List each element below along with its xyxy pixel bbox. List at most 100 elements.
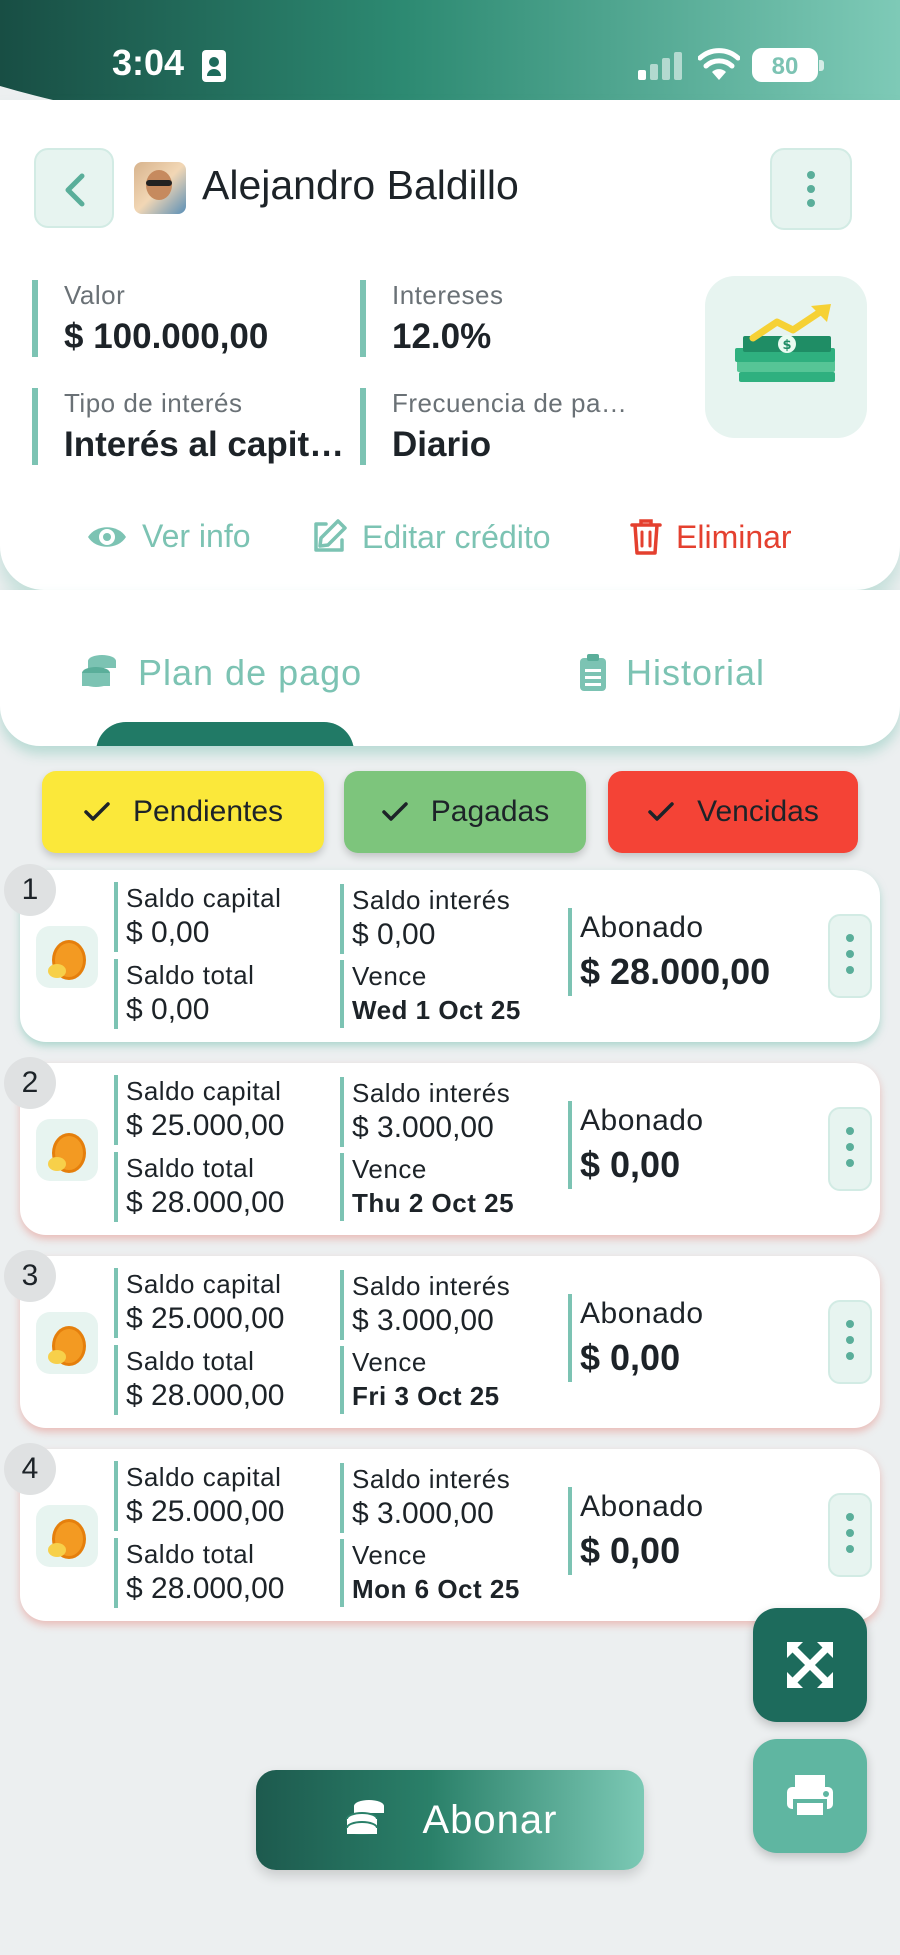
payment-row[interactable]: 4 Saldo capital $ 25.000,00 Saldo total … xyxy=(4,1443,880,1621)
coin-icon xyxy=(36,926,98,988)
view-info-label: Ver info xyxy=(142,518,251,554)
tab-historial-label: Historial xyxy=(626,652,766,693)
abonado-value: $ 0,00 xyxy=(580,1337,681,1378)
expand-button[interactable] xyxy=(753,1608,867,1722)
eye-icon xyxy=(88,526,126,547)
frecuencia-value: Diario xyxy=(392,425,492,464)
view-info-button[interactable]: Ver info xyxy=(86,518,251,555)
frecuencia-field: Frecuencia de pa… Diario xyxy=(360,388,627,465)
vence-date: Mon 6 Oct 25 xyxy=(352,1574,520,1604)
valor-field: Valor $ 100.000,00 xyxy=(32,280,268,357)
saldo-interes-label: Saldo interés xyxy=(352,1464,511,1494)
saldo-capital-value: $ 0,00 xyxy=(126,916,210,949)
abonado-value: $ 0,00 xyxy=(580,1530,681,1571)
payment-number: 4 xyxy=(4,1443,56,1495)
edit-credit-button[interactable]: Editar crédito xyxy=(310,518,551,556)
filter-pagadas-label: Pagadas xyxy=(430,795,550,828)
payment-row[interactable]: 1 Saldo capital $ 0,00 Saldo total $ 0,0… xyxy=(4,864,880,1042)
more-vertical-icon xyxy=(846,1513,854,1521)
saldo-capital: Saldo capital $ 25.000,00 xyxy=(114,1075,284,1145)
saldo-capital-value: $ 25.000,00 xyxy=(126,1109,285,1142)
row-options-button[interactable] xyxy=(828,1493,872,1577)
abonado-label: Abonado xyxy=(580,1297,704,1330)
abonado: Abonado $ 0,00 xyxy=(568,1294,704,1382)
payment-number: 2 xyxy=(4,1057,56,1109)
saldo-total: Saldo total $ 28.000,00 xyxy=(114,1152,284,1222)
saldo-total: Saldo total $ 28.000,00 xyxy=(114,1345,284,1415)
printer-icon xyxy=(787,1775,833,1819)
vence-label: Vence xyxy=(352,1540,427,1570)
saldo-interes-value: $ 3.000,00 xyxy=(352,1304,494,1337)
tipo-interes-value: Interés al capit… xyxy=(64,425,345,464)
saldo-interes-label: Saldo interés xyxy=(352,1271,511,1301)
saldo-capital-label: Saldo capital xyxy=(126,1076,282,1106)
avatar xyxy=(134,162,186,214)
tab-plan-de-pago-label: Plan de pago xyxy=(138,652,363,693)
saldo-interes-label: Saldo interés xyxy=(352,1078,511,1108)
filter-pendientes-chip[interactable]: Pendientes xyxy=(42,771,324,853)
saldo-total-label: Saldo total xyxy=(126,1539,255,1569)
money-growth-icon: $ xyxy=(705,276,867,438)
vence-date: Fri 3 Oct 25 xyxy=(352,1381,500,1411)
frecuencia-label: Frecuencia de pa… xyxy=(392,388,628,418)
coins-stack-icon xyxy=(345,1800,384,1835)
back-button[interactable] xyxy=(34,148,114,228)
saldo-total: Saldo total $ 0,00 xyxy=(114,959,254,1029)
abonado-value: $ 0,00 xyxy=(580,1144,681,1185)
check-icon xyxy=(648,802,674,821)
saldo-interes: Saldo interés $ 3.000,00 xyxy=(340,1077,510,1147)
clipboard-icon xyxy=(580,654,606,691)
battery-level: 80 xyxy=(771,53,799,80)
tab-historial[interactable]: Historial xyxy=(578,652,765,694)
cellular-signal-icon xyxy=(638,52,684,80)
abonado: Abonado $ 0,00 xyxy=(568,1101,704,1189)
row-options-button[interactable] xyxy=(828,914,872,998)
saldo-capital-value: $ 25.000,00 xyxy=(126,1495,285,1528)
tipo-interes-label: Tipo de interés xyxy=(64,388,243,418)
vence-label: Vence xyxy=(352,1154,427,1184)
abonado-value: $ 28.000,00 xyxy=(580,951,771,992)
abonado: Abonado $ 0,00 xyxy=(568,1487,704,1575)
coin-icon xyxy=(36,1505,98,1567)
filter-vencidas-chip[interactable]: Vencidas xyxy=(608,771,858,853)
saldo-capital: Saldo capital $ 0,00 xyxy=(114,882,281,952)
row-options-button[interactable] xyxy=(828,1107,872,1191)
payment-row[interactable]: 3 Saldo capital $ 25.000,00 Saldo total … xyxy=(4,1250,880,1428)
more-vertical-icon xyxy=(846,1320,854,1328)
saldo-capital-value: $ 25.000,00 xyxy=(126,1302,285,1335)
abonado-label: Abonado xyxy=(580,1490,704,1523)
filter-pagadas-chip[interactable]: Pagadas xyxy=(344,771,586,853)
vence: Vence Wed 1 Oct 25 xyxy=(340,960,521,1028)
saldo-total-value: $ 28.000,00 xyxy=(126,1186,285,1219)
edit-credit-label: Editar crédito xyxy=(362,518,551,555)
status-bar: 3:04 80 xyxy=(0,0,900,120)
more-vertical-icon xyxy=(807,171,815,179)
row-options-button[interactable] xyxy=(828,1300,872,1384)
coin-icon xyxy=(36,1119,98,1181)
filter-pendientes-label: Pendientes xyxy=(132,795,284,828)
saldo-interes: Saldo interés $ 3.000,00 xyxy=(340,1463,510,1533)
payment-row[interactable]: 2 Saldo capital $ 25.000,00 Saldo total … xyxy=(4,1057,880,1235)
abonar-button[interactable]: Abonar xyxy=(256,1770,644,1870)
payment-number: 3 xyxy=(4,1250,56,1302)
delete-button[interactable]: Eliminar xyxy=(630,518,792,556)
coins-stack-icon xyxy=(82,655,116,687)
abonado-label: Abonado xyxy=(580,1104,704,1137)
saldo-interes: Saldo interés $ 3.000,00 xyxy=(340,1270,510,1340)
battery-icon: 80 xyxy=(752,48,824,82)
saldo-capital-label: Saldo capital xyxy=(126,1269,282,1299)
vence-date: Thu 2 Oct 25 xyxy=(352,1188,515,1218)
check-icon xyxy=(382,802,408,821)
saldo-interes-value: $ 0,00 xyxy=(352,918,436,951)
tipo-interes-field: Tipo de interés Interés al capit… xyxy=(32,388,344,465)
saldo-capital: Saldo capital $ 25.000,00 xyxy=(114,1268,284,1338)
vence-label: Vence xyxy=(352,1347,427,1377)
tab-plan-de-pago[interactable]: Plan de pago xyxy=(80,652,362,694)
print-button[interactable] xyxy=(753,1739,867,1853)
more-options-button[interactable] xyxy=(770,148,852,230)
saldo-total-value: $ 28.000,00 xyxy=(126,1572,285,1605)
saldo-total-value: $ 0,00 xyxy=(126,993,210,1026)
expand-arrows-icon xyxy=(787,1642,833,1688)
contact-card-icon xyxy=(202,50,226,82)
valor-label: Valor xyxy=(64,280,126,310)
